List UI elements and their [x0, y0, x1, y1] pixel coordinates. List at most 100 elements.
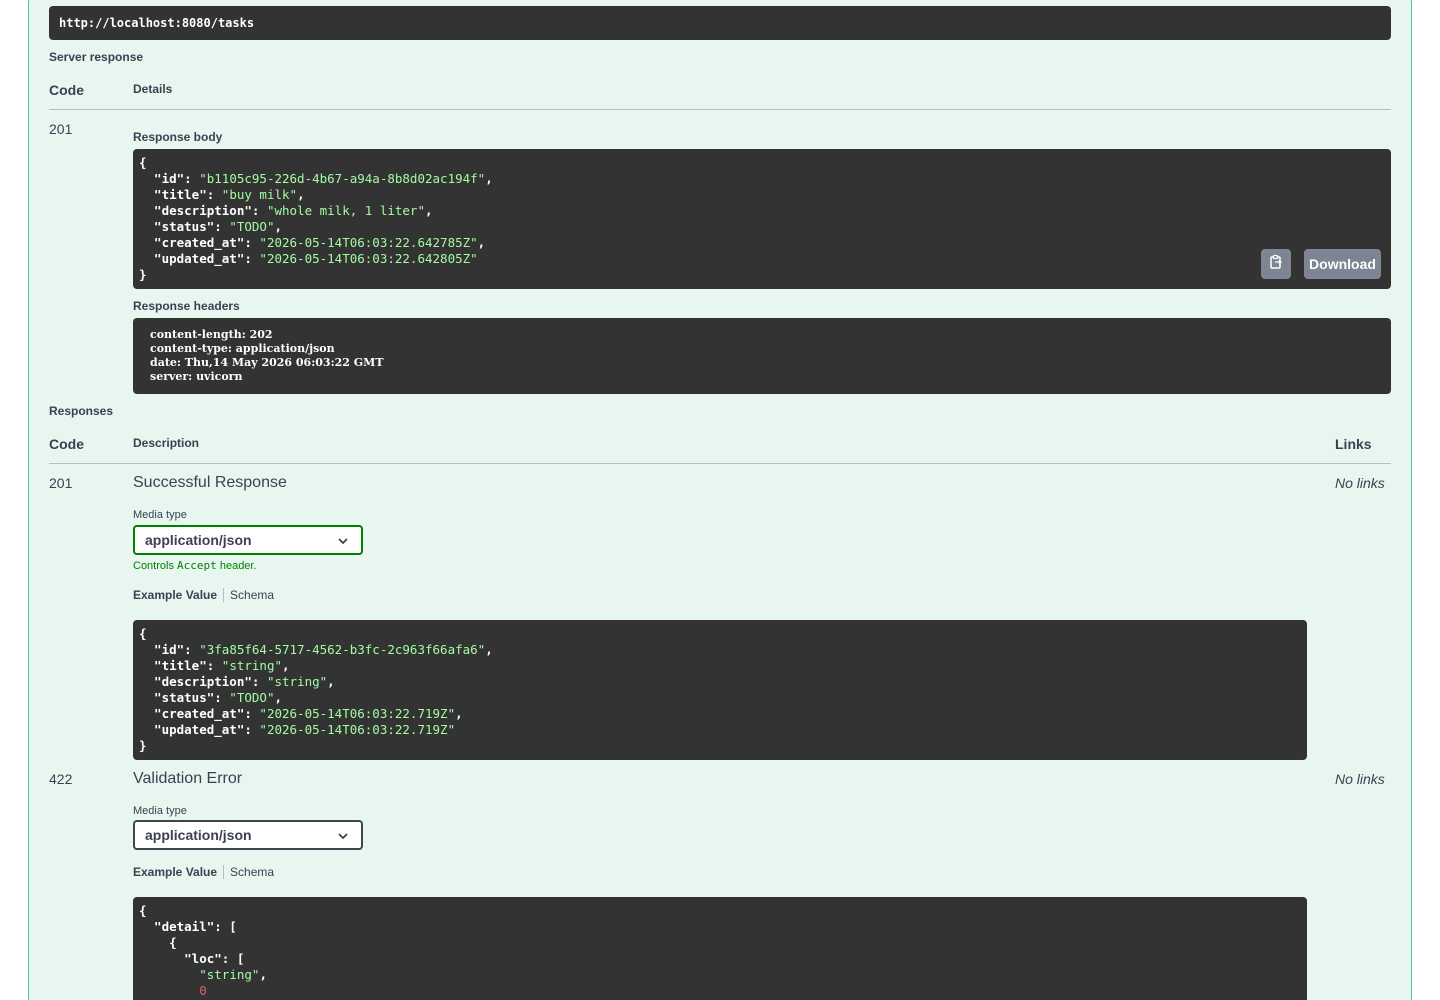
code-token: , [274, 219, 282, 234]
response-header-line: date: Thu,14 May 2026 06:03:22 GMT [150, 356, 384, 369]
code-token: , [259, 967, 267, 982]
response-code-201: 201 [49, 475, 73, 491]
code-token: , [477, 235, 486, 250]
code-string: "string" [266, 674, 328, 689]
code-token: "status": [139, 219, 230, 234]
response-body-heading: Response body [133, 130, 223, 144]
code-string: "b1105c95-226d-4b67-a94a-8b8d02ac194f" [199, 171, 486, 186]
code-line: "status": "TODO", [139, 219, 1385, 235]
code-token: , [424, 203, 433, 218]
code-token: , [455, 706, 463, 721]
code-token: , [485, 171, 493, 186]
response-header-line: content-length: 202 [150, 328, 273, 341]
code-line: { [139, 935, 1301, 951]
tab-schema[interactable]: Schema [230, 588, 274, 602]
tab-example-value[interactable]: Example Value [133, 588, 217, 602]
tab-schema[interactable]: Schema [230, 865, 274, 879]
example-schema-tabs: Example Value Schema [133, 588, 274, 602]
code-number: 0 [199, 983, 207, 998]
code-string: "string" [199, 967, 260, 982]
code-string: "2026-05-14T06:03:22.642785Z" [259, 235, 478, 250]
code-token: } [139, 267, 147, 282]
media-type-value: application/json [145, 532, 252, 548]
code-token: { [139, 155, 147, 170]
responses-heading: Responses [49, 404, 114, 418]
code-line: { [139, 155, 1385, 171]
code-token: , [327, 674, 335, 689]
code-line: "title": "buy milk", [139, 187, 1385, 203]
code-line: "created_at": "2026-05-14T06:03:22.64278… [139, 235, 1385, 251]
code-line: "id": "b1105c95-226d-4b67-a94a-8b8d02ac1… [139, 171, 1385, 187]
response-body-code: { "id": "b1105c95-226d-4b67-a94a-8b8d02a… [133, 149, 1391, 289]
tab-example-value[interactable]: Example Value [133, 865, 217, 879]
responses-description-header: Description [133, 436, 200, 450]
server-response-heading: Server response [49, 50, 144, 64]
media-type-select-201[interactable]: application/json [133, 525, 363, 555]
code-string: "string" [221, 658, 283, 673]
code-string: "whole milk, 1 liter" [266, 203, 425, 218]
code-token: "updated_at": [139, 722, 260, 737]
responses-links-header: Links [1335, 436, 1372, 452]
code-token: , [485, 642, 493, 657]
code-line: "id": "3fa85f64-5717-4562-b3fc-2c963f66a… [139, 642, 1301, 658]
code-token: "updated_at": [139, 251, 260, 266]
server-response-code: 201 [49, 121, 73, 137]
code-line: } [139, 267, 1385, 283]
code-token: "description": [139, 203, 267, 218]
code-line: "string", [139, 967, 1301, 983]
chevron-down-icon [337, 827, 349, 843]
example-schema-tabs: Example Value Schema [133, 865, 274, 879]
response-headers-heading: Response headers [133, 299, 240, 313]
tab-separator [223, 865, 225, 879]
code-line: { [139, 626, 1301, 642]
download-button[interactable]: Download [1304, 249, 1381, 279]
response-header-line: content-type: application/json [150, 342, 335, 355]
clipboard-icon [1268, 254, 1284, 275]
tab-separator [223, 588, 225, 602]
controls-accept-note: Controls Accept header. [133, 559, 257, 572]
controls-prefix: Controls [133, 560, 178, 572]
code-token: "loc": [ [139, 951, 245, 966]
server-response-details-header: Details [133, 82, 173, 96]
code-string: "buy milk" [221, 187, 298, 202]
response-description-422: Validation Error [133, 770, 243, 787]
code-line: "detail": [ [139, 919, 1301, 935]
code-line: "updated_at": "2026-05-14T06:03:22.719Z" [139, 722, 1301, 738]
server-response-code-header: Code [49, 82, 84, 98]
example-value-code-201: { "id": "3fa85f64-5717-4562-b3fc-2c963f6… [133, 620, 1307, 760]
code-line: "loc": [ [139, 951, 1301, 967]
code-token: , [297, 187, 305, 202]
chevron-down-icon [337, 532, 349, 548]
code-token: "id": [139, 642, 200, 657]
code-string: "TODO" [229, 219, 275, 234]
response-code-422: 422 [49, 771, 73, 787]
code-string: "TODO" [229, 690, 275, 705]
code-line: "title": "string", [139, 658, 1301, 674]
code-token: { [139, 903, 147, 918]
code-token: "status": [139, 690, 230, 705]
copy-to-clipboard-button[interactable] [1261, 249, 1291, 279]
response-description-201: Successful Response [133, 474, 287, 491]
controls-suffix: header. [216, 560, 257, 572]
response-links-201: No links [1335, 475, 1385, 491]
code-line: 0 [139, 983, 1301, 999]
code-token: "created_at": [139, 706, 260, 721]
example-value-code-422: { "detail": [ { "loc": [ "string", 0 [133, 897, 1307, 1000]
code-string: "2026-05-14T06:03:22.719Z" [259, 722, 456, 737]
code-token: { [139, 935, 177, 950]
media-type-label: Media type [133, 509, 187, 521]
code-token: , [274, 690, 282, 705]
code-token: "description": [139, 674, 267, 689]
divider [49, 463, 1391, 464]
code-token: "id": [139, 171, 200, 186]
code-token: } [139, 738, 147, 753]
code-line: "created_at": "2026-05-14T06:03:22.719Z"… [139, 706, 1301, 722]
code-token: "title": [139, 187, 222, 202]
code-token: "title": [139, 658, 222, 673]
response-links-422: No links [1335, 771, 1385, 787]
media-type-select-422[interactable]: application/json [133, 820, 363, 850]
code-string: "2026-05-14T06:03:22.642805Z" [259, 251, 478, 266]
code-token: { [139, 626, 147, 641]
